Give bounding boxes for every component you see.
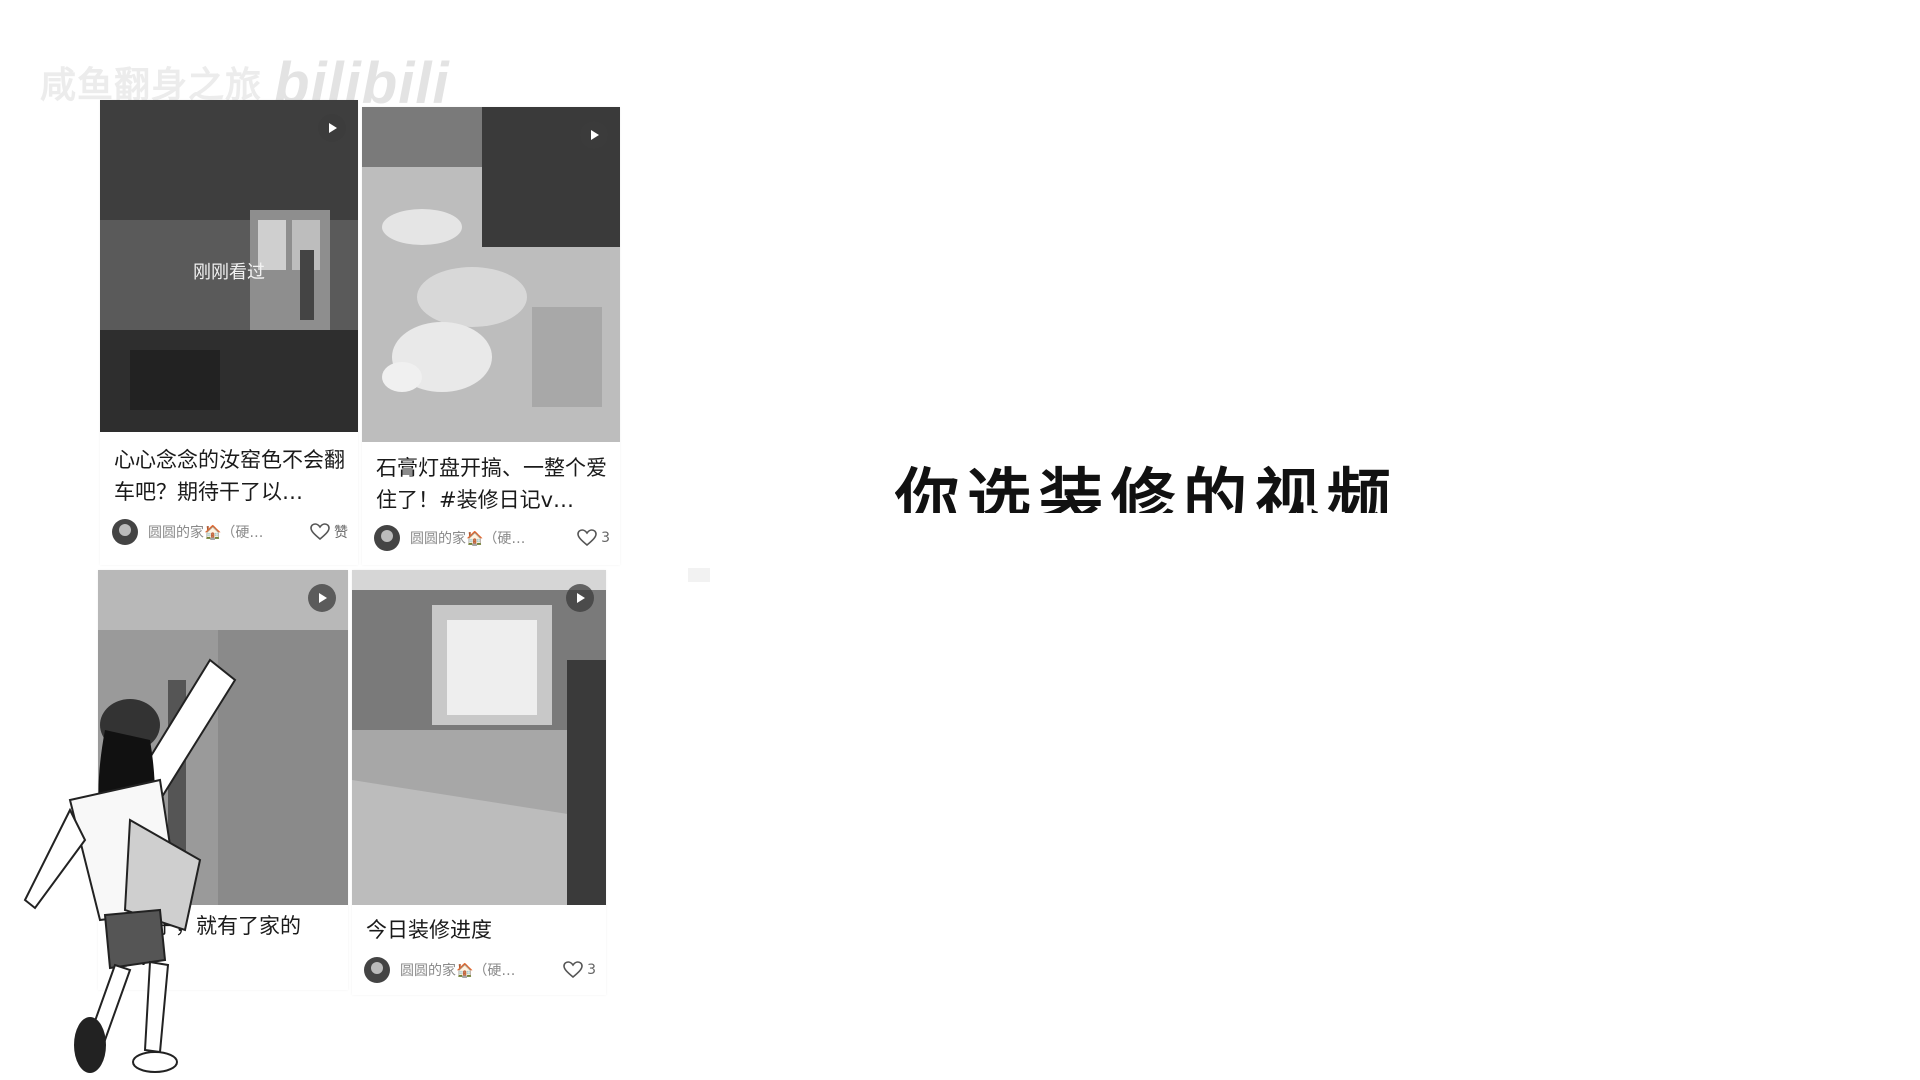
video-card[interactable]: 石膏灯盘开搞、一整个爱住了！#装修日记v… 圆圆的家🏠（硬… 3 xyxy=(362,107,620,565)
video-card[interactable]: 刚刚看过 心心念念的汝窑色不会翻车吧？期待干了以… 圆圆的家🏠（硬… 赞 xyxy=(100,100,358,565)
author-row: 圆圆的家🏠（硬… 3 xyxy=(364,956,596,984)
avatar[interactable] xyxy=(374,525,400,551)
video-thumbnail[interactable] xyxy=(352,570,606,905)
like-button[interactable]: 3 xyxy=(563,961,596,979)
recently-watched-label: 刚刚看过 xyxy=(193,262,265,283)
play-icon xyxy=(308,584,336,612)
like-button[interactable]: 3 xyxy=(577,529,610,547)
avatar[interactable] xyxy=(364,957,390,983)
author-row: 圆圆的家🏠（硬… 赞 xyxy=(112,518,348,546)
video-title[interactable]: 石膏灯盘开搞、一整个爱住了！#装修日记v… xyxy=(376,452,610,516)
headline-text: 你选装修的视频 xyxy=(895,463,1399,513)
author-name[interactable]: 圆圆的家🏠（硬… xyxy=(400,960,557,980)
author-name[interactable]: 圆圆的家🏠（硬… xyxy=(410,528,571,548)
like-count: 3 xyxy=(587,962,596,978)
author-row: 圆圆的家🏠（硬… 3 xyxy=(374,524,610,552)
video-title[interactable]: 心心念念的汝窑色不会翻车吧？期待干了以… xyxy=(114,444,348,508)
video-thumbnail[interactable] xyxy=(362,107,620,442)
headline: 你选装修的视频 xyxy=(895,450,1635,513)
like-button[interactable]: 赞 xyxy=(310,522,348,542)
video-thumbnail[interactable]: 刚刚看过 xyxy=(100,100,358,432)
play-icon xyxy=(318,114,346,142)
avatar[interactable] xyxy=(112,519,138,545)
girl-illustration xyxy=(23,658,237,1073)
video-title[interactable]: 今日装修进度 xyxy=(366,914,596,946)
like-count: 3 xyxy=(601,530,610,546)
decorative-mark xyxy=(688,568,710,582)
like-count: 赞 xyxy=(334,525,348,541)
video-card[interactable]: 今日装修进度 圆圆的家🏠（硬… 3 xyxy=(352,570,606,995)
heart-icon xyxy=(563,961,583,979)
play-icon xyxy=(566,584,594,612)
heart-icon xyxy=(577,529,597,547)
play-icon xyxy=(580,121,608,149)
heart-icon xyxy=(310,523,330,541)
author-name[interactable]: 圆圆的家🏠（硬… xyxy=(148,522,304,542)
